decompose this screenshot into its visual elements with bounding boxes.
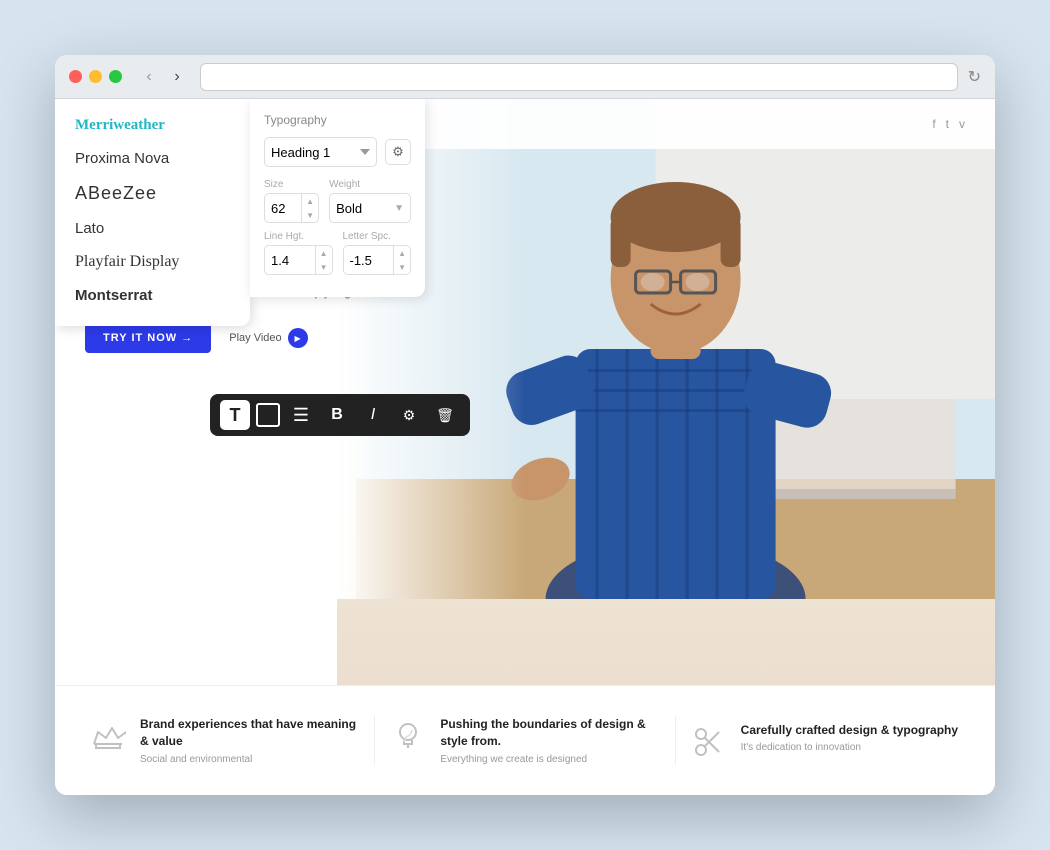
weight-control: Weight Bold Regular Light Black ▼ — [329, 179, 411, 223]
weight-field: Bold Regular Light Black ▼ — [329, 193, 411, 223]
letter-spacing-up[interactable]: ▲ — [394, 246, 410, 260]
font-list: Merriweather Proxima Nova ABeeZee Lato P… — [55, 109, 250, 312]
browser-titlebar: ‹ › ↻ — [55, 55, 995, 99]
feature-item-1: Brand experiences that have meaning & va… — [75, 716, 375, 765]
toolbar-text-button[interactable]: T — [220, 400, 250, 430]
line-height-label: Line Hgt. — [264, 231, 333, 242]
size-control: Size ▲ ▼ — [264, 179, 319, 223]
toolbar-settings-button[interactable]: ⚙ — [394, 400, 424, 430]
letter-spacing-field: ▲ ▼ — [343, 245, 412, 275]
size-spinners: ▲ ▼ — [301, 194, 318, 222]
feature-text-3: Carefully crafted design & typography It… — [741, 722, 958, 754]
typography-panel-title: Typography — [264, 113, 411, 127]
minimize-button[interactable] — [89, 70, 102, 83]
font-item-playfair-display[interactable]: Playfair Display — [55, 245, 250, 279]
feature-title-3: Carefully crafted design & typography — [741, 722, 958, 739]
scissors-icon — [691, 724, 727, 760]
play-video-button[interactable]: Play Video ▶ — [229, 328, 307, 348]
line-height-field: ▲ ▼ — [264, 245, 333, 275]
feature-desc-2: Everything we create is designed — [440, 754, 659, 765]
typography-gear-button[interactable]: ⚙ — [385, 139, 411, 165]
size-up[interactable]: ▲ — [302, 194, 318, 208]
browser-content: HOME ABOUT PRICING CONTACT f t v Strengt… — [55, 99, 995, 795]
font-item-lato[interactable]: Lato — [55, 212, 250, 245]
hero-actions: TRY IT NOW → Play Video ▶ — [85, 323, 372, 353]
traffic-lights — [69, 70, 122, 83]
size-label: Size — [264, 179, 319, 190]
line-height-control: Line Hgt. ▲ ▼ — [264, 231, 333, 275]
line-height-up[interactable]: ▲ — [316, 246, 332, 260]
weight-chevron-icon: ▼ — [388, 203, 410, 214]
forward-arrow[interactable]: › — [166, 66, 188, 88]
font-item-abeezee[interactable]: ABeeZee — [55, 175, 250, 212]
feature-text-2: Pushing the boundaries of design & style… — [440, 716, 659, 765]
feature-item-2: Pushing the boundaries of design & style… — [375, 716, 675, 765]
vimeo-icon[interactable]: v — [959, 117, 965, 131]
facebook-icon[interactable]: f — [932, 117, 935, 131]
feature-item-3: Carefully crafted design & typography It… — [676, 722, 975, 760]
close-button[interactable] — [69, 70, 82, 83]
editor-toolbar: T ☰ B I ⚙ 🗑 — [210, 394, 470, 436]
feature-desc-1: Social and environmental — [140, 754, 359, 765]
toolbar-align-button[interactable]: ☰ — [286, 400, 316, 430]
font-item-proxima-nova[interactable]: Proxima Nova — [55, 142, 250, 175]
line-height-letter-spacing-row: Line Hgt. ▲ ▼ Letter Spc. ▲ — [264, 231, 411, 275]
browser-window: ‹ › ↻ — [55, 55, 995, 795]
twitter-icon[interactable]: t — [946, 117, 949, 131]
address-bar[interactable] — [200, 63, 958, 91]
line-height-input[interactable] — [265, 253, 315, 268]
weight-select[interactable]: Bold Regular Light Black — [330, 201, 388, 216]
heading-select[interactable]: Heading 1 Heading 2 Heading 3 Body — [264, 137, 377, 167]
heading-row: Heading 1 Heading 2 Heading 3 Body ⚙ — [264, 137, 411, 167]
toolbar-box-button[interactable] — [256, 403, 280, 427]
typography-panel: Typography Heading 1 Heading 2 Heading 3… — [250, 99, 425, 297]
crown-icon — [90, 718, 126, 754]
maximize-button[interactable] — [109, 70, 122, 83]
font-panel: Merriweather Proxima Nova ABeeZee Lato P… — [55, 99, 250, 326]
toolbar-bold-button[interactable]: B — [322, 400, 352, 430]
try-it-now-button[interactable]: TRY IT NOW → — [85, 323, 211, 353]
bulb-icon — [390, 718, 426, 754]
play-circle-icon: ▶ — [288, 328, 308, 348]
line-height-down[interactable]: ▼ — [316, 260, 332, 274]
feature-title-1: Brand experiences that have meaning & va… — [140, 716, 359, 750]
weight-label: Weight — [329, 179, 411, 190]
size-down[interactable]: ▼ — [302, 208, 318, 222]
feature-text-1: Brand experiences that have meaning & va… — [140, 716, 359, 765]
nav-arrows: ‹ › — [138, 66, 188, 88]
back-arrow[interactable]: ‹ — [138, 66, 160, 88]
size-field: ▲ ▼ — [264, 193, 319, 223]
size-weight-row: Size ▲ ▼ Weight Bold Regular — [264, 179, 411, 223]
features-section: Brand experiences that have meaning & va… — [55, 685, 995, 795]
line-height-spinners: ▲ ▼ — [315, 246, 332, 274]
toolbar-italic-button[interactable]: I — [358, 400, 388, 430]
letter-spacing-label: Letter Spc. — [343, 231, 412, 242]
letter-spacing-input[interactable] — [344, 253, 394, 268]
font-item-montserrat[interactable]: Montserrat — [55, 279, 250, 312]
letter-spacing-control: Letter Spc. ▲ ▼ — [343, 231, 412, 275]
letter-spacing-spinners: ▲ ▼ — [393, 246, 410, 274]
feature-desc-3: It's dedication to innovation — [741, 742, 958, 753]
play-video-label: Play Video — [229, 332, 281, 344]
feature-title-2: Pushing the boundaries of design & style… — [440, 716, 659, 750]
letter-spacing-down[interactable]: ▼ — [394, 260, 410, 274]
font-item-merriweather[interactable]: Merriweather — [55, 109, 250, 142]
refresh-button[interactable]: ↻ — [968, 67, 981, 87]
size-input[interactable] — [265, 201, 301, 216]
toolbar-delete-button[interactable]: 🗑 — [430, 400, 460, 430]
social-links: f t v — [932, 117, 965, 131]
